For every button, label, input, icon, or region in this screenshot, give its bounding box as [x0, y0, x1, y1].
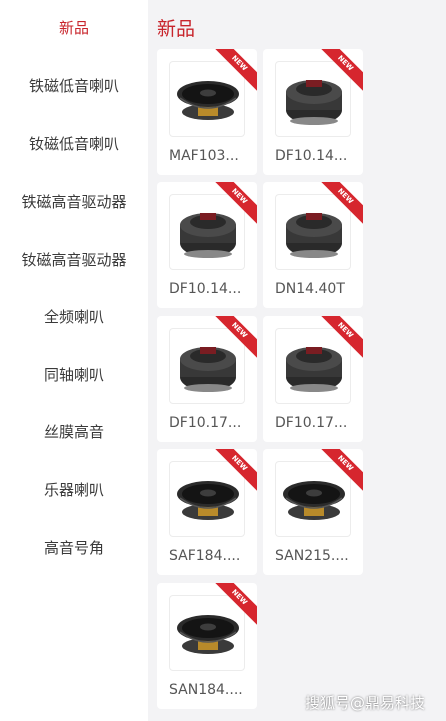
- product-name: DF10.17...: [275, 415, 348, 431]
- category-sidebar: 新品 铁磁低音喇叭 钕磁低音喇叭 铁磁高音驱动器 钕磁高音驱动器 全频喇叭 同轴…: [0, 0, 148, 721]
- product-name: DF10.17...: [169, 415, 242, 431]
- sidebar-item-silk-tweeter[interactable]: 丝膜高音: [0, 412, 148, 452]
- product-card[interactable]: NEW DF10.17...: [263, 316, 363, 442]
- product-name: DN14.40T: [275, 281, 345, 297]
- sidebar-item-neodymium-woofer[interactable]: 钕磁低音喇叭: [0, 124, 148, 164]
- watermark: 搜狐号@鼎易科技: [305, 694, 426, 712]
- product-name: MAF103...: [169, 148, 239, 164]
- compression-driver-icon: [169, 328, 245, 404]
- compression-driver-icon: [275, 61, 351, 137]
- product-card[interactable]: NEW SAN215....: [263, 449, 363, 575]
- product-card[interactable]: NEW DF10.14...: [263, 49, 363, 175]
- compression-driver-icon: [275, 194, 351, 270]
- product-name: DF10.14...: [169, 281, 242, 297]
- woofer-icon: [169, 595, 245, 671]
- product-name: SAN184....: [169, 682, 243, 698]
- product-card[interactable]: NEW SAN184....: [157, 583, 257, 709]
- compression-driver-icon: [169, 194, 245, 270]
- product-name: SAN215....: [275, 548, 349, 564]
- woofer-icon: [275, 461, 351, 537]
- product-name: SAF184....: [169, 548, 241, 564]
- sidebar-item-neodymium-driver[interactable]: 钕磁高音驱动器: [0, 240, 148, 280]
- product-card[interactable]: NEW MAF103...: [157, 49, 257, 175]
- product-name: DF10.14...: [275, 148, 348, 164]
- product-card[interactable]: NEW DF10.14...: [157, 182, 257, 308]
- sidebar-item-instrument[interactable]: 乐器喇叭: [0, 470, 148, 510]
- sidebar-item-horn[interactable]: 高音号角: [0, 528, 148, 568]
- product-card[interactable]: NEW SAF184....: [157, 449, 257, 575]
- sidebar-item-ferrite-driver[interactable]: 铁磁高音驱动器: [0, 182, 148, 222]
- sidebar-item-fullrange[interactable]: 全频喇叭: [0, 297, 148, 337]
- sidebar-item-ferrite-woofer[interactable]: 铁磁低音喇叭: [0, 66, 148, 106]
- section-title: 新品: [157, 18, 196, 40]
- woofer-icon: [169, 461, 245, 537]
- compression-driver-icon: [275, 328, 351, 404]
- sidebar-item-new[interactable]: 新品: [0, 8, 148, 48]
- product-card[interactable]: NEW DF10.17...: [157, 316, 257, 442]
- sidebar-item-coaxial[interactable]: 同轴喇叭: [0, 355, 148, 395]
- product-panel: 新品 NEW MAF103... NEW DF10.14... NEW DF10…: [148, 0, 446, 721]
- product-card[interactable]: NEW DN14.40T: [263, 182, 363, 308]
- woofer-ferrite-icon: [169, 61, 245, 137]
